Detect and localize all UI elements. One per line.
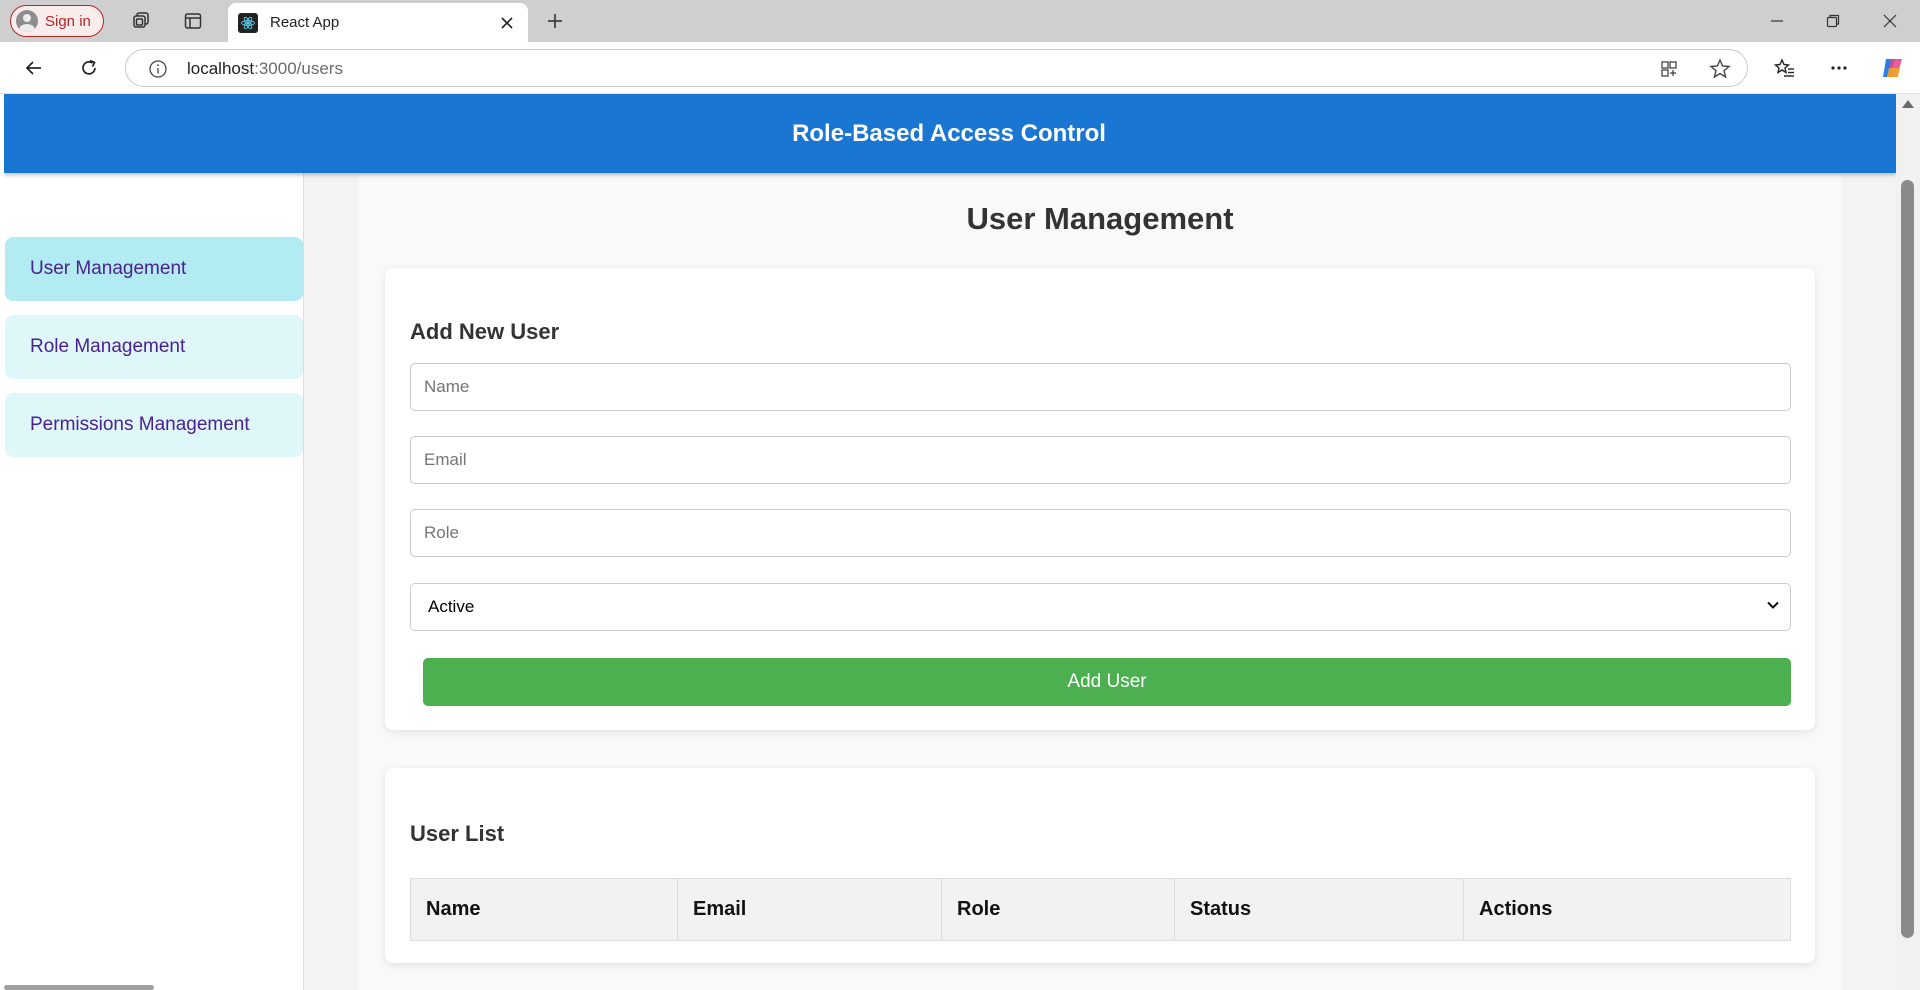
sidebar-item-label: Permissions Management [30, 414, 250, 435]
add-user-button[interactable]: Add User [423, 658, 1791, 706]
active-tab[interactable]: React App [228, 3, 528, 42]
chevron-down-icon [1766, 597, 1780, 617]
close-icon[interactable] [496, 12, 518, 34]
person-icon [16, 10, 38, 32]
tab-title: React App [270, 14, 340, 31]
sidebar-item-permissions-management[interactable]: Permissions Management [5, 393, 303, 457]
sidebar-item-label: Role Management [30, 336, 186, 357]
name-placeholder: Name [424, 377, 470, 396]
column-header-name: Name [410, 878, 678, 941]
sidebar: User Management Role Management Permissi… [4, 173, 304, 990]
url-text: localhost:3000/users [187, 59, 343, 79]
app-available-icon[interactable] [1657, 57, 1681, 81]
horizontal-scrollbar-thumb[interactable] [4, 985, 154, 990]
sidebar-item-role-management[interactable]: Role Management [5, 315, 303, 379]
plus-icon[interactable] [540, 6, 570, 36]
close-window-icon[interactable] [1862, 0, 1918, 42]
copilot-icon[interactable] [1877, 52, 1909, 84]
react-logo-icon [238, 12, 258, 33]
app-header: Role-Based Access Control [4, 94, 1896, 173]
column-header-actions: Actions [1463, 878, 1791, 941]
main-content: User Management Add New User Name Email … [359, 173, 1841, 990]
minimize-icon[interactable] [1749, 0, 1805, 42]
column-header-role: Role [941, 878, 1175, 941]
restore-icon[interactable] [1805, 0, 1861, 42]
info-icon[interactable] [148, 59, 168, 79]
browser-tab-bar: Sign in React App [0, 0, 1920, 42]
more-icon[interactable] [1823, 52, 1855, 84]
table-header-row: Name Email Role Status Actions [410, 878, 1791, 941]
role-placeholder: Role [424, 523, 459, 542]
user-list-heading: User List [410, 821, 505, 846]
add-user-card: Add New User Name Email Role Active Add … [385, 268, 1815, 730]
favorites-icon[interactable] [1769, 52, 1801, 84]
back-icon[interactable] [18, 52, 50, 84]
email-input[interactable]: Email [410, 436, 1791, 484]
sidebar-item-label: User Management [30, 258, 187, 279]
page-viewport: Role-Based Access Control User Managemen… [4, 94, 1896, 990]
email-placeholder: Email [424, 450, 467, 469]
status-select[interactable]: Active [410, 583, 1791, 631]
refresh-icon[interactable] [73, 52, 105, 84]
sign-in-label: Sign in [45, 12, 91, 30]
name-input[interactable]: Name [410, 363, 1791, 411]
add-user-heading: Add New User [410, 319, 560, 344]
sign-in-button[interactable]: Sign in [10, 5, 104, 37]
column-header-email: Email [677, 878, 942, 941]
star-icon[interactable] [1708, 57, 1732, 81]
sidebar-item-user-management[interactable]: User Management [5, 237, 303, 301]
status-selected-value: Active [428, 597, 475, 616]
app-title: Role-Based Access Control [792, 119, 1106, 147]
workspaces-icon[interactable] [126, 6, 156, 36]
page-title: User Management [966, 201, 1234, 236]
user-list-card: User List Name Email Role Status Actions [385, 768, 1815, 963]
users-table: Name Email Role Status Actions [410, 878, 1791, 941]
address-input[interactable]: localhost:3000/users [125, 49, 1748, 87]
role-input[interactable]: Role [410, 509, 1791, 557]
vertical-scrollbar-thumb[interactable] [1901, 180, 1914, 938]
column-header-status: Status [1174, 878, 1464, 941]
scroll-up-arrow-icon[interactable] [1902, 100, 1914, 108]
url-host: localhost [187, 59, 255, 78]
url-path: :3000/users [254, 59, 343, 78]
browser-address-bar: localhost:3000/users [0, 42, 1920, 94]
tab-actions-icon[interactable] [178, 6, 208, 36]
vertical-scrollbar[interactable] [1896, 94, 1920, 990]
